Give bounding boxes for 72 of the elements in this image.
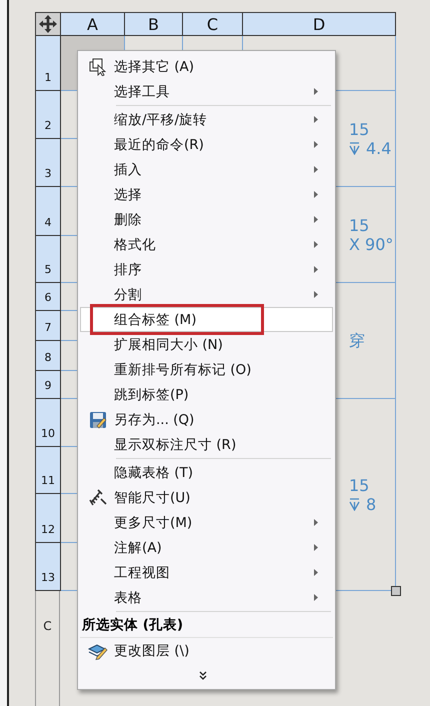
menu-item[interactable]: 缩放/平移/旋转 — [80, 107, 333, 132]
menu-item[interactable]: 扩展相同大小 (N) — [80, 332, 333, 357]
menu-item[interactable]: 排序 — [80, 257, 333, 282]
submenu-arrow-icon — [314, 191, 318, 198]
menu-item[interactable]: 格式化 — [80, 232, 333, 257]
menu-item[interactable]: 智能尺寸(U) — [80, 485, 333, 510]
cell-text: 8 — [366, 494, 376, 514]
row-header[interactable]: 6 — [36, 283, 61, 311]
cell-text: 15 — [349, 120, 370, 138]
cell-text: 4.4 — [366, 138, 392, 158]
column-header[interactable]: B — [125, 13, 183, 36]
layer-pencil-icon — [88, 642, 108, 660]
row-header[interactable]: 13 — [36, 543, 61, 591]
column-header[interactable]: C — [183, 13, 243, 36]
row-header[interactable]: 5 — [36, 236, 61, 283]
menu-item[interactable]: 隐藏表格 (T) — [80, 460, 333, 485]
submenu-arrow-icon — [314, 266, 318, 273]
menu-item[interactable]: 插入 — [80, 157, 333, 182]
menu-item[interactable]: 显示双标注尺寸 (R) — [80, 432, 333, 457]
submenu-arrow-icon — [314, 291, 318, 298]
row-header[interactable]: 9 — [36, 371, 61, 399]
column-header[interactable]: D — [243, 13, 396, 36]
menu-item[interactable]: 重新排号所有标记 (O) — [80, 357, 333, 382]
row-header[interactable]: 4 — [36, 187, 61, 236]
menu-item[interactable]: 选择其它 (A) — [80, 54, 333, 79]
menu-item[interactable]: 注解(A) — [80, 535, 333, 560]
row-header[interactable]: 2 — [36, 91, 61, 139]
double-chevron-icon — [198, 670, 206, 680]
cell-text: X 90° — [349, 234, 394, 254]
cell-text: 15 — [349, 216, 370, 234]
menu-item[interactable]: 另存为... (Q) — [80, 407, 333, 432]
submenu-arrow-icon — [314, 88, 318, 95]
windows-cursor-icon — [88, 58, 106, 76]
menu-section-header: 所选实体 (孔表) — [80, 613, 333, 638]
cell-text: 穿 — [349, 331, 365, 350]
submenu-arrow-icon — [314, 569, 318, 576]
column-header[interactable]: A — [61, 13, 125, 36]
menu-item[interactable]: 工程视图 — [80, 560, 333, 585]
menu-item[interactable]: 选择工具 — [80, 79, 333, 104]
dimension-icon — [88, 488, 106, 506]
menu-item[interactable]: 跳到标签(P) — [80, 382, 333, 407]
row-header[interactable]: 8 — [36, 341, 61, 371]
menu-item[interactable]: 表格 — [80, 585, 333, 610]
row-header[interactable]: 11 — [36, 447, 61, 494]
depth-icon — [349, 498, 360, 510]
row-header[interactable]: 10 — [36, 399, 61, 447]
menu-item[interactable]: 更多尺寸(M) — [80, 510, 333, 535]
menu-item[interactable]: 分割 — [80, 282, 333, 307]
row-header[interactable]: 7 — [36, 311, 61, 341]
row-header[interactable]: 3 — [36, 139, 61, 187]
submenu-arrow-icon — [314, 241, 318, 248]
row-header[interactable]: 12 — [36, 494, 61, 543]
submenu-arrow-icon — [314, 544, 318, 551]
menu-item[interactable]: 最近的命令(R) — [80, 132, 333, 157]
row-label: C — [43, 619, 52, 635]
submenu-arrow-icon — [314, 141, 318, 148]
row-header[interactable]: 1 — [36, 36, 61, 91]
resize-handle[interactable] — [391, 586, 401, 596]
depth-icon — [349, 142, 360, 154]
menu-item[interactable]: 组合标签 (M) — [80, 307, 333, 332]
cell-text: 15 — [349, 476, 370, 494]
save-icon — [88, 410, 106, 428]
submenu-arrow-icon — [314, 519, 318, 526]
submenu-arrow-icon — [314, 116, 318, 123]
menu-item[interactable]: 更改图层 (\) — [80, 638, 333, 663]
submenu-arrow-icon — [314, 594, 318, 601]
menu-item[interactable]: 选择 — [80, 182, 333, 207]
submenu-arrow-icon — [314, 166, 318, 173]
move-handle[interactable] — [36, 13, 61, 36]
submenu-arrow-icon — [314, 216, 318, 223]
move-icon — [38, 14, 58, 34]
menu-item[interactable]: 删除 — [80, 207, 333, 232]
